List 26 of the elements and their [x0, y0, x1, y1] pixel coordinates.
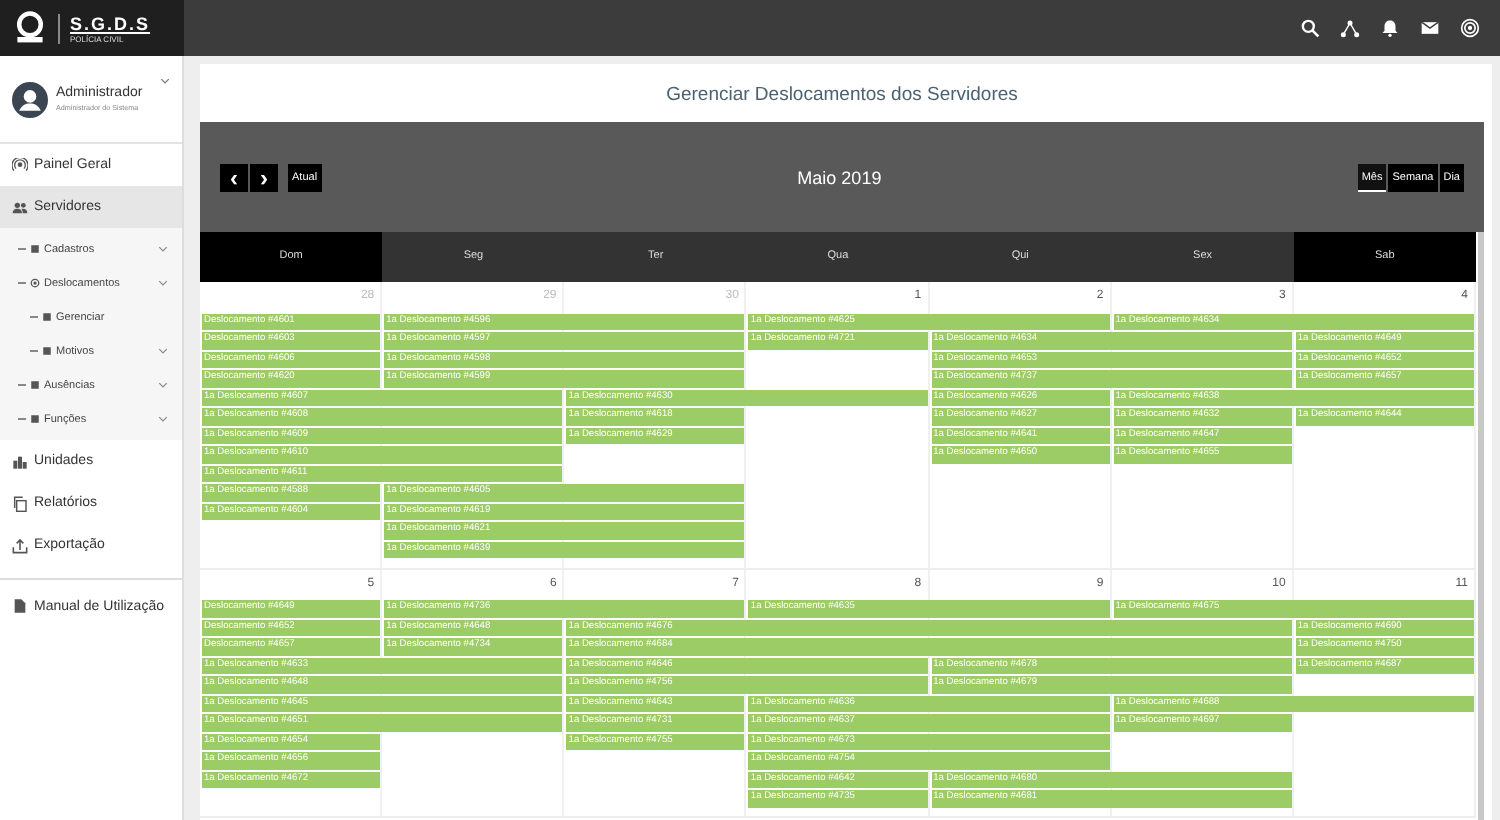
signal-icon: [12, 157, 28, 173]
upload-icon: [12, 537, 28, 553]
people-icon: [12, 199, 28, 215]
bell-icon[interactable]: [1380, 18, 1400, 38]
square-icon: [30, 414, 40, 424]
square-icon: [42, 346, 52, 356]
square-icon: [42, 312, 52, 322]
chart-icon: [12, 453, 28, 469]
broadcast-icon[interactable]: [1460, 18, 1480, 38]
copy-icon: [12, 495, 28, 511]
square-icon: [30, 380, 40, 390]
system-name: S.G.D.S: [70, 13, 151, 33]
network-icon[interactable]: [1340, 18, 1360, 38]
search-icon[interactable]: [1300, 18, 1320, 38]
previous-button[interactable]: ‹: [220, 163, 248, 191]
scrollbar[interactable]: [1478, 232, 1484, 820]
avatar-icon: [12, 81, 48, 117]
file-icon: [12, 598, 28, 614]
page-title: Gerenciar Deslocamentos dos Servidores: [664, 82, 1020, 110]
target-icon: [30, 278, 40, 288]
chevron-down-icon[interactable]: [160, 76, 170, 86]
month-title: Maio 2019: [797, 167, 882, 187]
mail-icon[interactable]: [1420, 18, 1440, 38]
next-button[interactable]: ›: [250, 163, 278, 191]
square-icon: [30, 244, 40, 254]
badge-logo-icon: [12, 10, 48, 46]
